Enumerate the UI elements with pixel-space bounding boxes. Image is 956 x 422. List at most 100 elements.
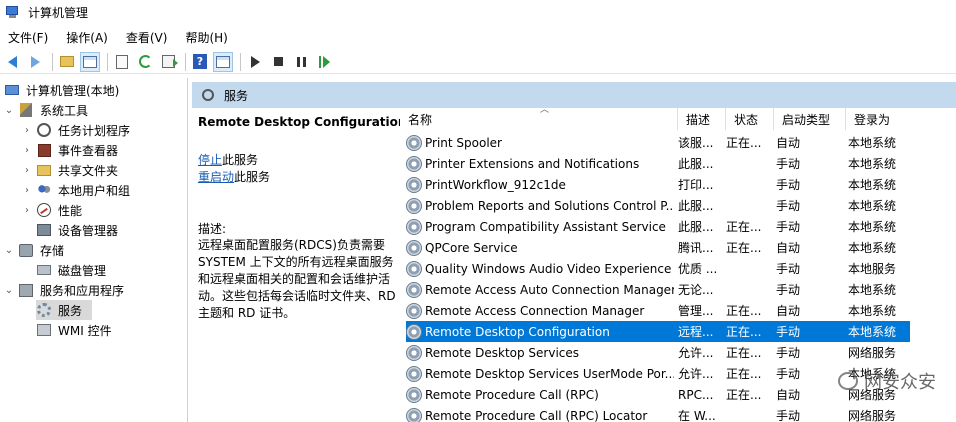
- service-gear-icon: [406, 407, 422, 422]
- tree-item-services-apps[interactable]: ⌄ 服务和应用程序: [4, 280, 124, 300]
- chevron-right-icon[interactable]: ›: [22, 145, 32, 156]
- table-row[interactable]: QPCore Service 腾讯... 正在... 自动 本地系统: [406, 237, 910, 258]
- table-row[interactable]: Remote Procedure Call (RPC) Locator 在 W..…: [406, 405, 910, 422]
- cell-text: 本地系统: [848, 157, 897, 171]
- toolbar: ?: [0, 50, 956, 74]
- tree-item-shared-folders[interactable]: › 共享文件夹: [22, 160, 118, 180]
- table-row[interactable]: Remote Access Auto Connection Manager 无论.…: [406, 279, 910, 300]
- table-row[interactable]: Remote Desktop Configuration 远程... 正在... 手动…: [406, 321, 910, 342]
- menu-action[interactable]: 操作(A): [60, 29, 114, 46]
- service-startup-type-cell: 自动: [776, 132, 800, 153]
- table-row[interactable]: Program Compatibility Assistant Service 此…: [406, 216, 910, 237]
- up-folder-icon[interactable]: [57, 52, 77, 72]
- tree-item-storage[interactable]: ⌄ 存储: [4, 240, 64, 260]
- cell-text: 自动: [776, 304, 801, 318]
- tree-item-local-users[interactable]: › 本地用户和组: [22, 180, 130, 200]
- column-header-startup-type[interactable]: 启动类型: [774, 108, 846, 130]
- stop-service-link[interactable]: 停止: [198, 153, 222, 167]
- refresh-icon[interactable]: [135, 52, 155, 72]
- table-row[interactable]: Print Spooler 该服... 正在... 自动 本地系统: [406, 132, 910, 153]
- service-name-cell: Print Spooler: [406, 132, 674, 153]
- table-row[interactable]: Remote Desktop Services UserMode Por... 允…: [406, 363, 910, 384]
- chevron-down-icon[interactable]: ⌄: [4, 105, 14, 116]
- clock-icon: [36, 122, 52, 138]
- service-logon-cell: 本地系统: [848, 216, 896, 237]
- table-row[interactable]: Quality Windows Audio Video Experience 优质…: [406, 258, 910, 279]
- tree-item-system-tools[interactable]: ⌄ 系统工具: [4, 100, 88, 120]
- chevron-right-icon[interactable]: ›: [22, 125, 32, 136]
- tree-item-label: 服务: [58, 303, 83, 318]
- service-logon-cell: 本地系统: [848, 174, 896, 195]
- cell-text: 正在...: [726, 304, 762, 318]
- search-icon: [202, 89, 214, 101]
- view-icon[interactable]: [213, 51, 233, 72]
- cell-text: 正在...: [726, 367, 762, 381]
- properties-icon[interactable]: [112, 52, 132, 72]
- column-header-description[interactable]: 描述: [678, 108, 726, 130]
- start-service-icon[interactable]: [245, 52, 265, 72]
- chevron-down-icon[interactable]: ⌄: [4, 285, 14, 296]
- description-line: 远程桌面配置服务(RDCS)负责需要: [198, 238, 385, 252]
- tree-item-root[interactable]: 计算机管理(本地): [4, 80, 119, 100]
- cell-text: 正在...: [726, 241, 762, 255]
- chevron-right-icon[interactable]: ›: [22, 185, 32, 196]
- cell-text: 手动: [776, 199, 801, 213]
- service-status-cell: 正在...: [726, 342, 761, 363]
- cell-text: 此服...: [678, 157, 714, 171]
- pause-service-icon[interactable]: [291, 52, 311, 72]
- service-startup-type-cell: 手动: [776, 174, 800, 195]
- stop-service-icon[interactable]: [268, 52, 288, 72]
- resume-service-icon[interactable]: [314, 52, 334, 72]
- table-row[interactable]: Remote Access Connection Manager 管理... 正在.…: [406, 300, 910, 321]
- menu-help[interactable]: 帮助(H): [179, 29, 233, 46]
- table-row[interactable]: PrintWorkflow_912c1de 打印... 手动 本地系统: [406, 174, 910, 195]
- table-row[interactable]: Remote Desktop Services 允许... 正在... 手动 网络服务: [406, 342, 910, 363]
- chevron-down-icon[interactable]: ⌄: [4, 245, 14, 256]
- tree-item-performance[interactable]: › 性能: [22, 200, 82, 220]
- chevron-right-icon[interactable]: ›: [22, 165, 32, 176]
- cell-text: 手动: [776, 220, 801, 234]
- service-gear-icon: [406, 323, 422, 340]
- service-startup-type-cell: 手动: [776, 405, 800, 422]
- menu-view[interactable]: 查看(V): [120, 29, 174, 46]
- service-gear-icon: [406, 365, 422, 382]
- tree-item-device-manager[interactable]: 设备管理器: [36, 220, 118, 240]
- tree-item-label: 设备管理器: [58, 223, 119, 238]
- help-icon[interactable]: ?: [190, 52, 210, 72]
- column-header-name[interactable]: ︿ 名称: [400, 105, 678, 130]
- table-row[interactable]: Problem Reports and Solutions Control P.…: [406, 195, 910, 216]
- service-gear-icon: [406, 218, 422, 235]
- show-tree-icon[interactable]: [80, 51, 100, 72]
- service-description-cell: 打印...: [678, 174, 713, 195]
- service-startup-type-cell: 手动: [776, 195, 800, 216]
- service-description-cell: 此服...: [678, 153, 713, 174]
- cell-text: QPCore Service: [425, 240, 518, 255]
- service-name-cell: Remote Access Auto Connection Manager: [406, 279, 674, 300]
- cell-text: 本地系统: [848, 199, 897, 213]
- cell-text: 正在...: [726, 325, 762, 339]
- column-header-status[interactable]: 状态: [726, 108, 774, 130]
- table-row[interactable]: Remote Procedure Call (RPC) RPC... 正在... 自动…: [406, 384, 910, 405]
- tree-item-wmi[interactable]: WMI 控件: [36, 320, 112, 340]
- table-row[interactable]: Printer Extensions and Notifications 此服..…: [406, 153, 910, 174]
- tree-item-services[interactable]: 服务: [36, 300, 92, 320]
- forward-arrow-icon[interactable]: [25, 52, 45, 72]
- tree-item-event-viewer[interactable]: › 事件查看器: [22, 140, 118, 160]
- tree-item-task-scheduler[interactable]: › 任务计划程序: [22, 120, 130, 140]
- cell-text: 手动: [776, 346, 801, 360]
- menu-file[interactable]: 文件(F): [2, 29, 54, 46]
- cell-text: Problem Reports and Solutions Control P.…: [425, 198, 674, 213]
- export-list-icon[interactable]: [158, 52, 178, 72]
- cell-text: 手动: [776, 157, 801, 171]
- back-arrow-icon[interactable]: [2, 52, 22, 72]
- chevron-right-icon[interactable]: ›: [22, 205, 32, 216]
- service-startup-type-cell: 手动: [776, 342, 800, 363]
- service-name-cell: Remote Procedure Call (RPC) Locator: [406, 405, 674, 422]
- restart-service-link[interactable]: 重启动: [198, 170, 234, 184]
- column-header-logon-as[interactable]: 登录为: [846, 108, 916, 130]
- description-line: 和远程桌面相关的配置和会话维护活: [198, 272, 391, 286]
- service-name-cell: QPCore Service: [406, 237, 674, 258]
- service-startup-type-cell: 自动: [776, 300, 800, 321]
- tree-item-disk-management[interactable]: 磁盘管理: [36, 260, 106, 280]
- service-status-cell: 正在...: [726, 321, 761, 342]
